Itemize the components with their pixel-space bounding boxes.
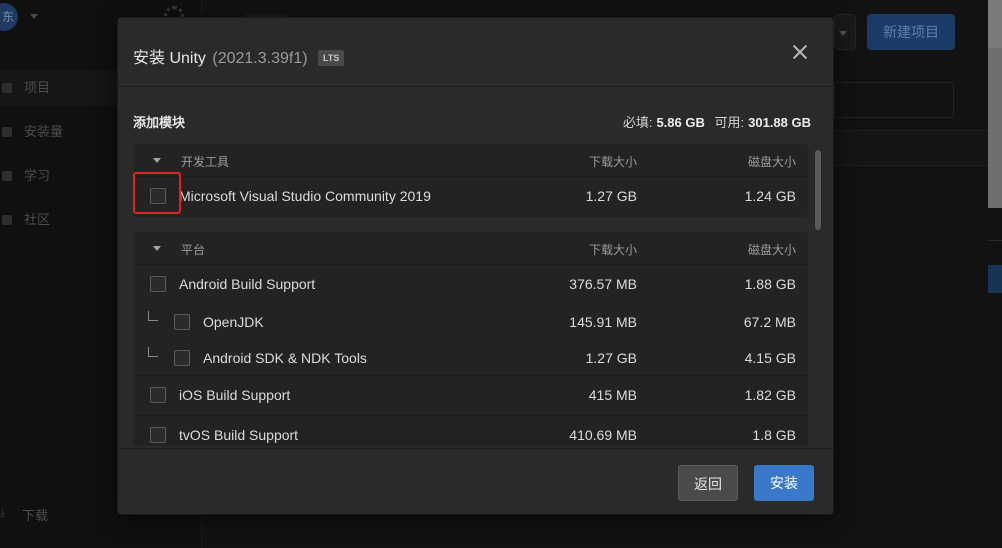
disk-size: 4.15 GB <box>744 350 796 366</box>
available-label: 可用: <box>714 115 745 130</box>
group-name: 平台 <box>181 243 206 257</box>
install-unity-dialog: 安装 Unity (2021.3.39f1) LTS 添加模块 必填: 5.86 … <box>117 17 835 516</box>
disk-size: 1.8 GB <box>752 427 796 443</box>
module-checkbox[interactable] <box>174 350 190 366</box>
module-checkbox[interactable] <box>150 276 166 292</box>
projects-icon <box>2 83 12 93</box>
module-name: Microsoft Visual Studio Community 2019 <box>179 188 431 204</box>
download-size: 1.27 GB <box>585 188 637 204</box>
module-row: iOS Build Support 415 MB 1.82 GB <box>133 375 808 415</box>
download-size: 376.57 MB <box>569 276 637 292</box>
tree-branch-icon <box>148 311 158 321</box>
dialog-header: 安装 Unity (2021.3.39f1) LTS <box>118 18 835 87</box>
new-project-button[interactable]: 新建项目 <box>867 14 955 50</box>
download-size: 145.91 MB <box>569 314 637 330</box>
download-size: 1.27 GB <box>585 350 637 366</box>
chevron-down-icon[interactable] <box>153 158 161 163</box>
sidebar-item-label: 安装量 <box>24 124 64 139</box>
disk-size: 1.24 GB <box>744 188 796 204</box>
download-icon: ⤓ <box>0 505 6 519</box>
group-name: 开发工具 <box>181 155 230 169</box>
back-button[interactable]: 返回 <box>678 465 738 501</box>
side-window-strip <box>988 48 1002 208</box>
open-dropdown-button[interactable] <box>834 14 856 50</box>
section-title: 添加模块 <box>133 115 186 130</box>
module-name: Android Build Support <box>179 276 316 292</box>
disk-size: 1.82 GB <box>744 387 796 403</box>
chevron-down-icon[interactable] <box>153 246 161 251</box>
required-label: 必填: <box>622 115 653 130</box>
module-group-platforms: 平台 下载大小 磁盘大小 Android Build Support 376.5… <box>133 232 808 446</box>
column-header-download: 下载大小 <box>588 155 637 169</box>
close-icon[interactable] <box>790 42 810 62</box>
module-name: Android SDK & NDK Tools <box>203 350 367 366</box>
dialog-title: 安装 Unity (2021.3.39f1) LTS <box>133 44 345 68</box>
module-row: OpenJDK 145.91 MB 67.2 MB <box>133 303 808 339</box>
module-name: OpenJDK <box>203 314 264 330</box>
module-name: tvOS Build Support <box>179 427 299 443</box>
learn-icon <box>2 171 12 181</box>
dialog-footer: 返回 安装 <box>118 448 835 516</box>
download-size: 410.69 MB <box>569 427 637 443</box>
module-name: iOS Build Support <box>179 387 291 403</box>
sidebar-item-label: 学习 <box>24 168 51 183</box>
lts-badge: LTS <box>318 50 345 66</box>
available-value: 301.88 GB <box>748 115 811 130</box>
module-row: Android Build Support 376.57 MB 1.88 GB <box>133 265 808 303</box>
module-list[interactable]: 开发工具 下载大小 磁盘大小 Microsoft Visual Studio C… <box>133 144 808 446</box>
column-header-download: 下载大小 <box>588 243 637 257</box>
disk-size: 67.2 MB <box>743 314 796 330</box>
module-checkbox[interactable] <box>150 188 166 204</box>
module-row: tvOS Build Support 410.69 MB 1.8 GB <box>133 415 808 446</box>
download-size: 415 MB <box>588 387 637 403</box>
column-header-disk: 磁盘大小 <box>747 155 796 169</box>
divider <box>988 240 1002 241</box>
disk-size: 1.88 GB <box>744 276 796 292</box>
install-button[interactable]: 安装 <box>754 465 814 501</box>
scrollbar[interactable] <box>815 150 821 230</box>
sidebar-item-label: 下载 <box>22 508 49 523</box>
community-icon <box>2 215 12 225</box>
group-header[interactable]: 平台 下载大小 磁盘大小 <box>133 232 808 265</box>
tree-branch-icon <box>148 347 158 357</box>
group-header[interactable]: 开发工具 下载大小 磁盘大小 <box>133 144 808 177</box>
sidebar-item-downloads[interactable]: ⤓ 下载 <box>0 505 48 524</box>
installs-icon <box>2 127 12 137</box>
module-group-dev-tools: 开发工具 下载大小 磁盘大小 Microsoft Visual Studio C… <box>133 144 808 217</box>
module-checkbox[interactable] <box>150 427 166 443</box>
sidebar-item-label: 社区 <box>24 212 51 227</box>
avatar[interactable]: 东 <box>0 3 18 31</box>
module-checkbox[interactable] <box>174 314 190 330</box>
chevron-down-icon[interactable] <box>30 14 38 19</box>
column-header-disk: 磁盘大小 <box>747 243 796 257</box>
required-value: 5.86 GB <box>656 115 705 130</box>
version-label: (2021.3.39f1) <box>212 50 308 67</box>
module-row: Microsoft Visual Studio Community 2019 1… <box>133 177 808 215</box>
module-row: Android SDK & NDK Tools 1.27 GB 4.15 GB <box>133 339 808 375</box>
side-window <box>988 0 1002 208</box>
selected-row-indicator <box>988 265 1002 293</box>
sidebar-item-label: 项目 <box>24 80 51 95</box>
space-info: 必填: 5.86 GB 可用: 301.88 GB <box>623 112 817 131</box>
dialog-title-text: 安装 Unity <box>133 50 206 67</box>
table-header <box>834 130 1002 166</box>
module-checkbox[interactable] <box>150 387 166 403</box>
search-input[interactable] <box>834 82 954 118</box>
